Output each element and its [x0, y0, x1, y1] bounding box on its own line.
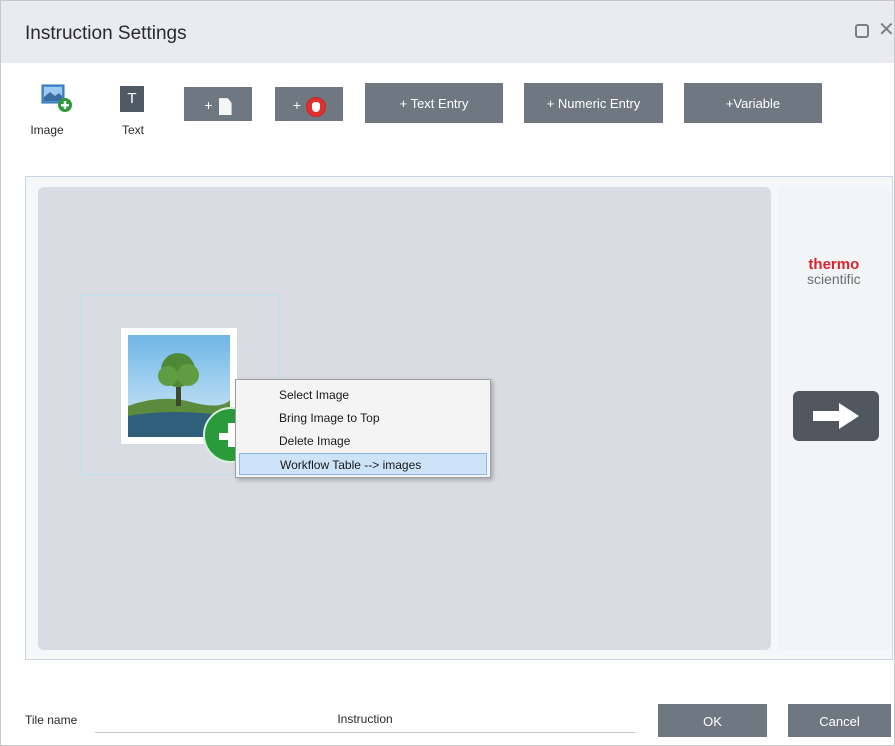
arrow-right-icon [813, 403, 859, 429]
plus-glyph: + [204, 97, 213, 113]
next-arrow-button[interactable] [793, 391, 879, 441]
stop-hand-icon [307, 97, 326, 116]
numeric-entry-button[interactable]: + Numeric Entry [524, 83, 663, 123]
variable-button[interactable]: +Variable [684, 83, 822, 123]
instruction-settings-dialog: Instruction Settings ✕ Image T Text + + … [0, 0, 895, 746]
brand-line-2: scientific [807, 271, 861, 287]
document-icon [218, 98, 232, 116]
brand-line-1: thermo [808, 256, 860, 273]
image-tool-label: Image [30, 123, 64, 137]
add-stop-button[interactable]: + [275, 87, 343, 121]
text-tool-label: Text [121, 123, 144, 137]
add-document-button[interactable]: + [184, 87, 252, 121]
image-add-icon [41, 84, 72, 112]
cancel-button[interactable]: Cancel [788, 704, 891, 737]
tile-name-input[interactable] [95, 706, 635, 733]
tile-name-label: Tile name [25, 713, 78, 727]
thermo-scientific-logo: thermo scientific [807, 256, 861, 287]
text-tool-icon: T [120, 86, 144, 112]
menu-item-delete-image[interactable]: Delete Image [239, 430, 487, 452]
dialog-title: Instruction Settings [25, 23, 187, 44]
menu-item-select-image[interactable]: Select Image [239, 384, 487, 406]
plus-glyph: + [292, 97, 302, 113]
menu-item-bring-image-to-top[interactable]: Bring Image to Top [239, 407, 487, 429]
text-entry-button[interactable]: + Text Entry [365, 83, 503, 123]
ok-button[interactable]: OK [658, 704, 767, 737]
title-bar: Instruction Settings ✕ [1, 1, 895, 63]
restore-icon[interactable] [855, 24, 869, 38]
close-icon[interactable]: ✕ [878, 19, 895, 41]
menu-item-workflow-table-images[interactable]: Workflow Table --> images [239, 453, 487, 475]
context-menu: Select Image Bring Image to Top Delete I… [235, 379, 491, 478]
